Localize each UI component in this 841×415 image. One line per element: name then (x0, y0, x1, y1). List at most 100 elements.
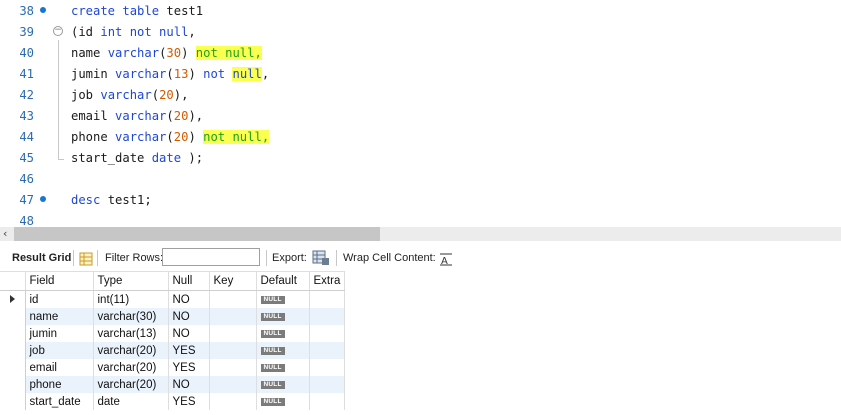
filter-rows-input[interactable] (162, 248, 260, 266)
editor-line[interactable]: 47 desc test1; (0, 190, 841, 211)
cell-default[interactable]: NULL (256, 308, 310, 325)
code-token: ( (151, 88, 160, 102)
cell-null[interactable]: YES (168, 342, 210, 359)
scrollbar-thumb[interactable] (14, 227, 380, 241)
cell-default[interactable]: NULL (256, 325, 310, 342)
table-row[interactable]: jumin varchar(13) NO NULL (0, 325, 345, 342)
code-token: varchar (100, 88, 152, 102)
toolbar-separator (73, 250, 74, 266)
cell-key[interactable] (209, 290, 257, 308)
cell-extra[interactable] (309, 359, 345, 376)
cell-field[interactable]: phone (25, 376, 94, 393)
sql-editor[interactable]: 38 create table test1 39 − (id int not null,… (0, 0, 841, 227)
cell-field[interactable]: jumin (25, 325, 94, 342)
cell-null[interactable]: NO (168, 376, 210, 393)
code-token: varchar (115, 67, 167, 81)
line-number: 39 (19, 25, 34, 39)
cell-default[interactable]: NULL (256, 393, 310, 410)
editor-line[interactable]: 40 name varchar(30) not null, (0, 43, 841, 64)
fold-toggle-icon[interactable]: − (53, 26, 63, 36)
editor-line[interactable]: 42 job varchar(20), (0, 85, 841, 106)
cell-extra[interactable] (309, 376, 345, 393)
table-row[interactable]: job varchar(20) YES NULL (0, 342, 345, 359)
cell-type[interactable]: varchar(20) (93, 376, 169, 393)
result-grid-tab[interactable]: Result Grid (12, 246, 71, 270)
row-selector-header[interactable] (0, 271, 26, 291)
editor-line[interactable]: 43 email varchar(20), (0, 106, 841, 127)
row-selector[interactable] (0, 325, 26, 342)
column-header-type[interactable]: Type (93, 271, 169, 291)
cell-default[interactable]: NULL (256, 359, 310, 376)
editor-line[interactable]: 44 phone varchar(20) not null, (0, 127, 841, 148)
column-header-extra[interactable]: Extra (309, 271, 345, 291)
editor-horizontal-scrollbar[interactable]: ‹ (0, 227, 841, 241)
code-token: ), (173, 88, 189, 102)
code-token: 30 (166, 46, 182, 60)
cell-null[interactable]: YES (168, 393, 210, 410)
grid-view-icon[interactable] (79, 251, 93, 266)
cell-field[interactable]: email (25, 359, 94, 376)
cell-null[interactable]: NO (168, 325, 210, 342)
cell-type[interactable]: varchar(20) (93, 359, 169, 376)
editor-line[interactable]: 45 start_date date ); (0, 148, 841, 169)
line-number: 45 (19, 151, 34, 165)
column-header-key[interactable]: Key (209, 271, 257, 291)
row-selector[interactable] (0, 359, 26, 376)
table-row[interactable]: start_date date YES NULL (0, 393, 345, 410)
code-token: ( (166, 130, 174, 144)
cell-field[interactable]: job (25, 342, 94, 359)
column-header-null[interactable]: Null (168, 271, 210, 291)
cell-type[interactable]: date (93, 393, 169, 410)
cell-type[interactable]: varchar(20) (93, 342, 169, 359)
cell-null[interactable]: YES (168, 359, 210, 376)
cell-extra[interactable] (309, 325, 345, 342)
editor-line[interactable]: 48 (0, 211, 841, 227)
editor-line[interactable]: 46 (0, 169, 841, 190)
cell-default[interactable]: NULL (256, 342, 310, 359)
cell-null[interactable]: NO (168, 308, 210, 325)
row-selector[interactable] (0, 308, 26, 325)
export-icon[interactable] (312, 250, 330, 266)
row-selector[interactable] (0, 376, 26, 393)
cell-extra[interactable] (309, 308, 345, 325)
table-row[interactable]: name varchar(30) NO NULL (0, 308, 345, 325)
highlighted-token: not null, (203, 130, 270, 144)
cell-key[interactable] (209, 308, 257, 325)
cell-default[interactable]: NULL (256, 290, 310, 308)
cell-type[interactable]: varchar(30) (93, 308, 169, 325)
code-token: job (71, 88, 101, 102)
table-row[interactable]: email varchar(20) YES NULL (0, 359, 345, 376)
cell-extra[interactable] (309, 393, 345, 410)
cell-type[interactable]: varchar(13) (93, 325, 169, 342)
cell-extra[interactable] (309, 290, 345, 308)
code-token: not (203, 67, 233, 81)
editor-line[interactable]: 41 jumin varchar(13) not null, (0, 64, 841, 85)
column-header-default[interactable]: Default (256, 271, 310, 291)
editor-line[interactable]: 39 − (id int not null, (0, 22, 841, 43)
table-row[interactable]: id int(11) NO NULL (0, 290, 345, 308)
row-selector[interactable] (0, 290, 26, 308)
table-row[interactable]: phone varchar(20) NO NULL (0, 376, 345, 393)
cell-field[interactable]: start_date (25, 393, 94, 410)
wrap-text-icon[interactable]: A (439, 251, 453, 267)
code-text: jumin varchar(13) not null, (71, 64, 269, 85)
column-header-field[interactable]: Field (25, 271, 94, 291)
editor-line[interactable]: 38 create table test1 (0, 1, 841, 22)
statement-marker-icon (40, 196, 46, 202)
scroll-left-icon[interactable]: ‹ (3, 227, 7, 241)
code-token: test1; (107, 193, 152, 207)
row-selector[interactable] (0, 393, 26, 410)
export-label: Export: (272, 252, 307, 264)
cell-key[interactable] (209, 325, 257, 342)
cell-key[interactable] (209, 342, 257, 359)
cell-key[interactable] (209, 376, 257, 393)
cell-type[interactable]: int(11) (93, 290, 169, 308)
cell-key[interactable] (209, 393, 257, 410)
cell-extra[interactable] (309, 342, 345, 359)
cell-key[interactable] (209, 359, 257, 376)
cell-field[interactable]: id (25, 290, 94, 308)
cell-default[interactable]: NULL (256, 376, 310, 393)
row-selector[interactable] (0, 342, 26, 359)
cell-null[interactable]: NO (168, 290, 210, 308)
cell-field[interactable]: name (25, 308, 94, 325)
